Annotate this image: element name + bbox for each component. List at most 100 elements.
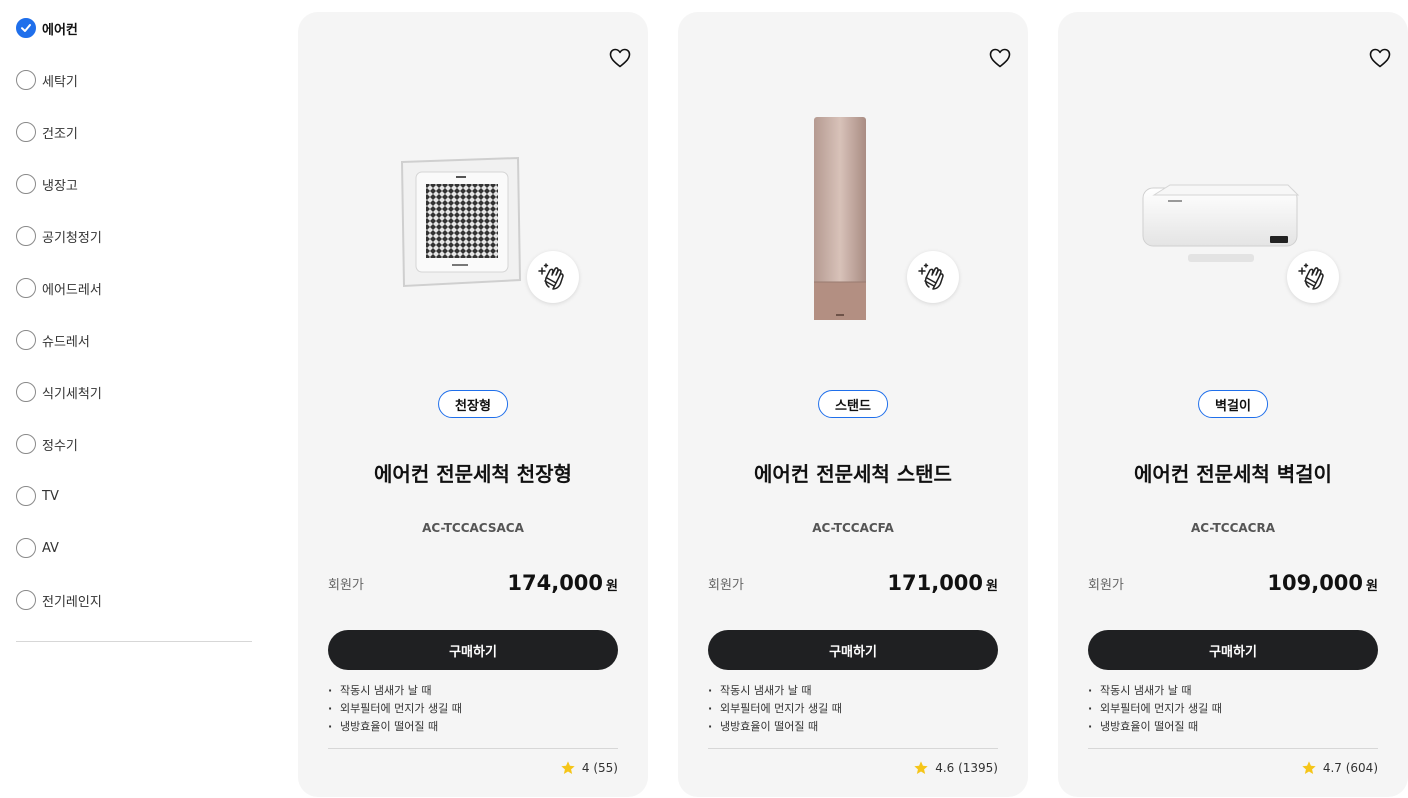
radio-icon[interactable] bbox=[16, 330, 36, 350]
category-label: 에어컨 bbox=[42, 22, 78, 38]
price-row: 회원가 171,000 원 bbox=[708, 568, 998, 598]
category-label: TV bbox=[42, 488, 59, 504]
category-label: 공기청정기 bbox=[42, 230, 102, 246]
sidebar-divider bbox=[16, 641, 252, 642]
category-item-electric-range[interactable]: 전기레인지 bbox=[16, 588, 252, 612]
category-item-airdresser[interactable]: 에어드레서 bbox=[16, 276, 252, 300]
category-label: 슈드레서 bbox=[42, 334, 90, 350]
product-title: 에어컨 전문세척 스탠드 bbox=[754, 462, 952, 486]
feature-item: 외부필터에 먼지가 생길 때 bbox=[328, 700, 618, 718]
radio-icon[interactable] bbox=[16, 434, 36, 454]
category-label: 식기세척기 bbox=[42, 386, 102, 402]
buy-button[interactable]: 구매하기 bbox=[708, 630, 998, 670]
feature-item: 냉방효율이 떨어질 때 bbox=[328, 718, 618, 736]
cleaning-hand-icon bbox=[907, 251, 959, 303]
radio-icon[interactable] bbox=[16, 226, 36, 246]
feature-item: 외부필터에 먼지가 생길 때 bbox=[708, 700, 998, 718]
rating-text: 4.6 (1395) bbox=[935, 761, 998, 775]
cleaning-hand-icon bbox=[527, 251, 579, 303]
category-item-dryer[interactable]: 건조기 bbox=[16, 120, 252, 144]
radio-icon[interactable] bbox=[16, 70, 36, 90]
price-amount: 174,000 bbox=[507, 571, 604, 595]
product-title: 에어컨 전문세척 천장형 bbox=[374, 462, 572, 486]
category-item-air-purifier[interactable]: 공기청정기 bbox=[16, 224, 252, 248]
feature-item: 냉방효율이 떨어질 때 bbox=[708, 718, 998, 736]
feature-item: 작동시 냄새가 날 때 bbox=[1088, 682, 1378, 700]
feature-item: 작동시 냄새가 날 때 bbox=[328, 682, 618, 700]
price-amount: 171,000 bbox=[887, 571, 984, 595]
feature-item: 작동시 냄새가 날 때 bbox=[708, 682, 998, 700]
category-label: 전기레인지 bbox=[42, 594, 102, 610]
card-divider bbox=[1088, 748, 1378, 749]
radio-icon[interactable] bbox=[16, 174, 36, 194]
radio-icon[interactable] bbox=[16, 278, 36, 298]
rating: 4.7 (604) bbox=[1301, 760, 1378, 776]
radio-icon[interactable] bbox=[16, 382, 36, 402]
category-item-av[interactable]: AV bbox=[16, 536, 252, 560]
product-card[interactable]: 천장형 에어컨 전문세척 천장형 AC-TCCACSACA 회원가 174,00… bbox=[298, 12, 648, 797]
feature-list: 작동시 냄새가 날 때 외부필터에 먼지가 생길 때 냉방효율이 떨어질 때 bbox=[328, 682, 618, 736]
category-item-washer[interactable]: 세탁기 bbox=[16, 68, 252, 92]
product-card[interactable]: 벽걸이 에어컨 전문세척 벽걸이 AC-TCCACRA 회원가 109,000 … bbox=[1058, 12, 1408, 797]
heart-icon[interactable] bbox=[608, 46, 632, 70]
category-item-water-purifier[interactable]: 정수기 bbox=[16, 432, 252, 456]
standing-ac-image bbox=[814, 117, 866, 320]
category-item-refrigerator[interactable]: 냉장고 bbox=[16, 172, 252, 196]
heart-icon[interactable] bbox=[988, 46, 1012, 70]
type-chip: 스탠드 bbox=[818, 390, 888, 418]
wall-mounted-ac-image bbox=[1142, 184, 1300, 262]
ceiling-cassette-ac-image bbox=[400, 156, 522, 288]
type-chip: 벽걸이 bbox=[1198, 390, 1268, 418]
radio-icon[interactable] bbox=[16, 590, 36, 610]
product-image[interactable] bbox=[298, 92, 648, 352]
product-model: AC-TCCACRA bbox=[1190, 521, 1275, 535]
price: 171,000 원 bbox=[887, 571, 998, 595]
rating-text: 4.7 (604) bbox=[1322, 761, 1378, 775]
product-image[interactable] bbox=[1058, 92, 1408, 352]
category-item-dishwasher[interactable]: 식기세척기 bbox=[16, 380, 252, 404]
price-label: 회원가 bbox=[708, 577, 744, 593]
radio-icon[interactable] bbox=[16, 538, 36, 558]
feature-list: 작동시 냄새가 날 때 외부필터에 먼지가 생길 때 냉방효율이 떨어질 때 bbox=[1088, 682, 1378, 736]
feature-item: 냉방효율이 떨어질 때 bbox=[1088, 718, 1378, 736]
product-card[interactable]: 스탠드 에어컨 전문세척 스탠드 AC-TCCACFA 회원가 171,000 … bbox=[678, 12, 1028, 797]
category-label: 세탁기 bbox=[42, 74, 78, 90]
star-icon bbox=[561, 761, 575, 774]
feature-item: 외부필터에 먼지가 생길 때 bbox=[1088, 700, 1378, 718]
category-label: 에어드레서 bbox=[42, 282, 102, 298]
star-icon bbox=[914, 761, 928, 774]
category-label: 냉장고 bbox=[42, 178, 78, 194]
heart-icon[interactable] bbox=[1368, 46, 1392, 70]
buy-button[interactable]: 구매하기 bbox=[1088, 630, 1378, 670]
product-image[interactable] bbox=[678, 92, 1028, 352]
product-title: 에어컨 전문세척 벽걸이 bbox=[1134, 462, 1332, 486]
rating: 4 (55) bbox=[560, 760, 618, 776]
price: 174,000 원 bbox=[507, 571, 618, 595]
radio-icon[interactable] bbox=[16, 486, 36, 506]
price: 109,000 원 bbox=[1267, 571, 1378, 595]
radio-icon[interactable] bbox=[16, 122, 36, 142]
product-model: AC-TCCACSACA bbox=[422, 521, 524, 535]
rating-text: 4 (55) bbox=[581, 761, 618, 775]
category-label: AV bbox=[42, 540, 59, 556]
price-amount: 109,000 bbox=[1267, 571, 1364, 595]
rating: 4.6 (1395) bbox=[913, 760, 998, 776]
category-item-tv[interactable]: TV bbox=[16, 484, 252, 508]
price-row: 회원가 109,000 원 bbox=[1088, 568, 1378, 598]
category-label: 정수기 bbox=[42, 438, 78, 454]
card-divider bbox=[708, 748, 998, 749]
category-item-aircon[interactable]: 에어컨 bbox=[16, 16, 252, 40]
price-label: 회원가 bbox=[328, 577, 364, 593]
price-unit: 원 bbox=[1366, 579, 1378, 594]
feature-list: 작동시 냄새가 날 때 외부필터에 먼지가 생길 때 냉방효율이 떨어질 때 bbox=[708, 682, 998, 736]
category-item-shoedresser[interactable]: 슈드레서 bbox=[16, 328, 252, 352]
check-circle-icon[interactable] bbox=[16, 18, 36, 38]
category-label: 건조기 bbox=[42, 126, 78, 142]
price-row: 회원가 174,000 원 bbox=[328, 568, 618, 598]
buy-button[interactable]: 구매하기 bbox=[328, 630, 618, 670]
price-label: 회원가 bbox=[1088, 577, 1124, 593]
price-unit: 원 bbox=[606, 579, 618, 594]
category-sidebar: 에어컨 세탁기 건조기 냉장고 공기청정기 에어드레서 슈드레서 식기세척기 정… bbox=[16, 16, 252, 640]
cleaning-hand-icon bbox=[1287, 251, 1339, 303]
price-unit: 원 bbox=[986, 579, 998, 594]
